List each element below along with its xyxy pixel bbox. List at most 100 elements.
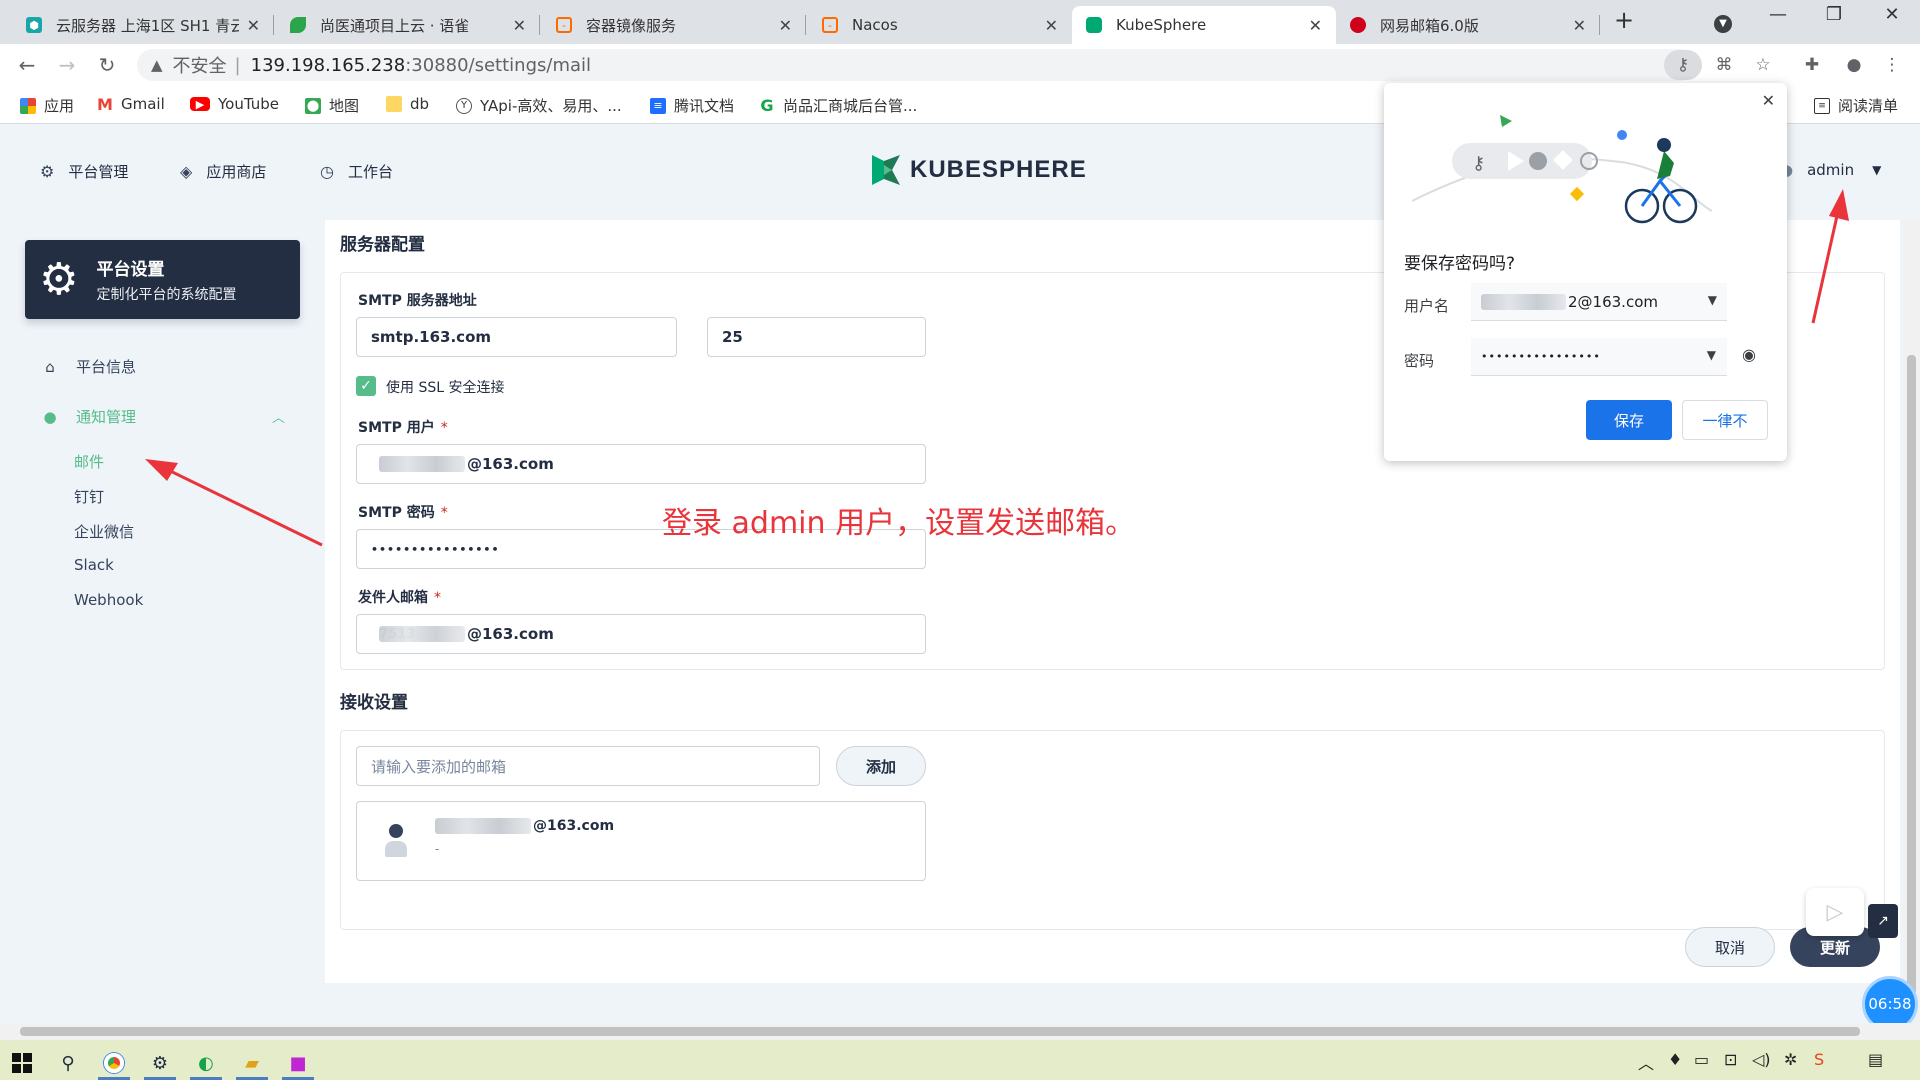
sidebar-item-notification[interactable]: ● 通知管理 ︿ (40, 406, 285, 427)
tab-title: 尚医通项目上云 · 语雀 (320, 16, 470, 35)
chrome-icon[interactable] (92, 1046, 136, 1080)
gear-icon: ⚙ (39, 253, 79, 305)
vertical-scrollbar[interactable] (1903, 220, 1920, 1023)
search-icon[interactable]: ⚲ (46, 1046, 90, 1080)
bookmark-db[interactable]: db (386, 95, 429, 113)
bookmark-shangpinhui[interactable]: G 尚品汇商城后台管... (759, 95, 917, 116)
key-icon[interactable]: ⚷ (1664, 50, 1702, 80)
minimize-icon[interactable]: — (1758, 4, 1798, 25)
close-icon[interactable]: ✕ (513, 16, 526, 35)
sidebar-sub-webhook[interactable]: Webhook (74, 591, 143, 609)
app-icon-tool[interactable]: ⚙ (138, 1046, 182, 1080)
translate-icon[interactable]: ⌘ (1712, 55, 1736, 77)
bookmark-reading-list[interactable]: ≡ 阅读清单 (1814, 95, 1898, 116)
tab-yuque[interactable]: 尚医通项目上云 · 语雀 ✕ (276, 6, 540, 44)
tab-nacos[interactable]: - Nacos ✕ (808, 6, 1072, 44)
sidebar-sub-slack[interactable]: Slack (74, 556, 114, 574)
caret-down-icon[interactable]: ▼ (1707, 348, 1717, 362)
yuque-favicon-icon (290, 17, 306, 33)
play-icon[interactable]: ▷ (1806, 888, 1864, 936)
user-avatar-icon (385, 824, 407, 862)
eye-icon[interactable]: ◉ (1742, 345, 1756, 364)
tab-qingcloud[interactable]: ⬢ 云服务器 上海1区 SH1 青云 ✕ (12, 6, 274, 44)
insecure-label[interactable]: 不安全 (173, 52, 227, 78)
bookmark-label: 腾讯文档 (674, 97, 735, 115)
close-icon[interactable]: ✕ (1573, 16, 1586, 35)
bookmark-apps[interactable]: 应用 (20, 95, 74, 116)
sidebar-item-label: 平台信息 (76, 358, 137, 376)
forward-icon[interactable]: → (54, 53, 80, 77)
save-password-button[interactable]: 保存 (1586, 400, 1672, 440)
close-icon[interactable]: ✕ (1045, 16, 1058, 35)
warning-icon[interactable]: ▲ (151, 56, 163, 74)
close-icon[interactable]: ✕ (1762, 91, 1775, 110)
sidebar-sub-wecom[interactable]: 企业微信 (74, 521, 134, 542)
add-recipient-button[interactable]: 添加 (836, 746, 926, 786)
label-text: SMTP 用户 (358, 420, 435, 436)
smtp-password-label: SMTP 密码 * (358, 502, 448, 522)
caret-down-icon[interactable]: ▼ (1708, 293, 1717, 307)
bookmark-gmail[interactable]: M Gmail (97, 95, 165, 114)
tray-chevron-up-icon[interactable]: ︿ (1638, 1050, 1654, 1074)
kubesphere-logo[interactable]: KUBESPHERE (870, 153, 1087, 187)
bell-icon: ● (43, 407, 57, 426)
battery-icon[interactable]: ▭ (1694, 1050, 1709, 1069)
close-icon[interactable]: ✕ (247, 16, 260, 35)
address-bar[interactable]: ▲ 不安全 | 139.198.165.238 :30880/settings/… (137, 49, 1697, 81)
network-icon[interactable]: ⊡ (1724, 1050, 1737, 1069)
menu-icon[interactable]: ⋮ (1880, 55, 1904, 77)
ssl-checkbox[interactable]: ✓ (356, 376, 376, 396)
window-close-icon[interactable]: ✕ (1872, 4, 1912, 25)
kubesphere-favicon-icon (1086, 17, 1102, 33)
close-icon[interactable]: ✕ (1309, 16, 1322, 35)
intellij-icon[interactable]: ■ (276, 1046, 320, 1080)
nav-app-store[interactable]: ◈ 应用商店 (180, 161, 266, 182)
never-save-button[interactable]: 一律不 (1682, 400, 1768, 440)
bookmark-youtube[interactable]: ▶ YouTube (190, 95, 279, 113)
tab-kubesphere[interactable]: KubeSphere ✕ (1072, 6, 1336, 44)
restore-icon[interactable]: ❐ (1814, 4, 1854, 25)
username-field[interactable]: 2@163.com ▼ (1471, 283, 1727, 321)
back-icon[interactable]: ← (14, 53, 40, 77)
expand-icon[interactable]: ↗ (1868, 904, 1898, 938)
nav-workbench[interactable]: ◷ 工作台 (320, 161, 393, 182)
cancel-button[interactable]: 取消 (1685, 927, 1775, 967)
sidebar-sub-dingtalk[interactable]: 钉钉 (74, 486, 104, 507)
tab-search-icon[interactable]: ▼ (1703, 10, 1743, 33)
smtp-server-input[interactable]: smtp.163.com (356, 317, 677, 357)
netease-favicon-icon (1350, 17, 1366, 33)
recipient-email-input[interactable]: 请输入要添加的邮箱 (356, 746, 820, 786)
password-field[interactable]: •••••••••••••••• ▼ (1471, 338, 1727, 376)
extensions-icon[interactable]: ✚ (1800, 55, 1824, 77)
app-icon-green[interactable]: ◐ (184, 1046, 228, 1080)
bookmark-yapi[interactable]: Y YApi-高效、易用、... (456, 95, 622, 116)
volume-icon[interactable]: ◁) (1752, 1050, 1771, 1069)
username: admin (1807, 161, 1855, 179)
new-tab-button[interactable]: + (1604, 6, 1644, 34)
address-divider: | (234, 54, 241, 76)
tab-163-mail[interactable]: 网易邮箱6.0版 ✕ (1336, 6, 1600, 44)
sidebar-sub-mail[interactable]: 邮件 (74, 451, 104, 472)
sender-email-input[interactable]: 7513 @163.com (356, 614, 926, 654)
bookmark-maps[interactable]: ⬤ 地图 (305, 95, 359, 116)
file-explorer-icon[interactable]: ▰ (230, 1046, 274, 1080)
windows-start-icon[interactable] (0, 1046, 44, 1080)
nav-platform[interactable]: ⚙ 平台管理 (40, 161, 128, 182)
microphone-icon[interactable]: ♦ (1668, 1050, 1682, 1069)
notification-icon[interactable]: ▤ (1868, 1050, 1883, 1069)
smtp-port-input[interactable]: 25 (707, 317, 926, 357)
scrollbar-thumb[interactable] (1907, 355, 1916, 995)
tab-container-registry[interactable]: - 容器镜像服务 ✕ (542, 6, 806, 44)
smtp-user-input[interactable]: @163.com (356, 444, 926, 484)
tray-app-icon[interactable]: ✲ (1784, 1050, 1797, 1069)
user-menu[interactable]: ● admin ▼ (1780, 161, 1881, 179)
scrollbar-thumb[interactable] (20, 1027, 1860, 1036)
bookmark-tencent-docs[interactable]: ≡ 腾讯文档 (650, 95, 734, 116)
reload-icon[interactable]: ↻ (94, 53, 120, 77)
tray-s-icon[interactable]: S (1814, 1050, 1824, 1069)
bookmark-star-icon[interactable]: ☆ (1751, 55, 1775, 77)
close-icon[interactable]: ✕ (779, 16, 792, 35)
sidebar-item-platform-info[interactable]: ⌂ 平台信息 (40, 356, 136, 377)
profile-icon[interactable]: ● (1842, 55, 1866, 77)
horizontal-scrollbar[interactable] (0, 1023, 1920, 1040)
